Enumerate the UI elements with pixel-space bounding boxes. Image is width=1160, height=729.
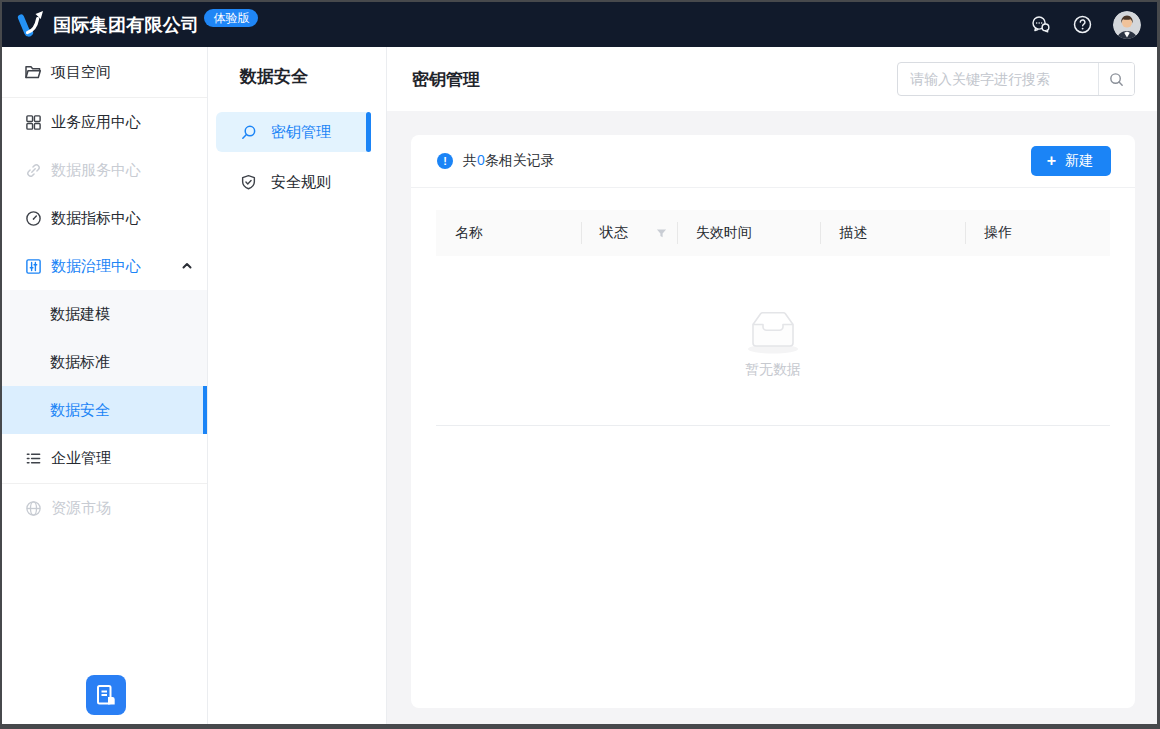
subsidebar-item-key-management[interactable]: 密钥管理 xyxy=(216,112,371,152)
subsidebar-item-security-rules[interactable]: 安全规则 xyxy=(208,158,386,206)
folder-icon xyxy=(24,63,42,81)
column-header-description[interactable]: 描述 xyxy=(820,210,965,256)
sidebar-subitem-data-modeling[interactable]: 数据建模 xyxy=(2,290,207,338)
main-header: 密钥管理 xyxy=(387,47,1157,111)
search-box xyxy=(897,62,1135,96)
empty-text: 暂无数据 xyxy=(745,361,801,379)
chat-icon[interactable] xyxy=(1029,13,1052,36)
sidebar-item-data-governance-center[interactable]: 数据治理中心 xyxy=(2,242,207,290)
main: 密钥管理 ! 共0条相关记录 xyxy=(387,47,1157,724)
help-icon[interactable] xyxy=(1072,14,1093,35)
subsidebar-title: 数据安全 xyxy=(240,67,386,87)
list-icon xyxy=(24,450,42,468)
column-header-expire-time[interactable]: 失效时间 xyxy=(677,210,821,256)
sidebar-subitem-data-standard[interactable]: 数据标准 xyxy=(2,338,207,386)
sidebar-subitem-data-security[interactable]: 数据安全 xyxy=(2,386,207,434)
plus-icon: + xyxy=(1047,153,1056,169)
trial-badge: 体验版 xyxy=(204,9,258,27)
topbar: 国际集团有限公司 体验版 xyxy=(2,2,1157,47)
sidebar-item-label: 数据服务中心 xyxy=(51,161,141,180)
sidebar-item-label: 业务应用中心 xyxy=(51,113,141,132)
empty-box-icon xyxy=(741,303,805,355)
filter-icon[interactable] xyxy=(656,228,667,239)
sidebar-subitem-label: 数据安全 xyxy=(50,401,110,420)
app-title: 国际集团有限公司 xyxy=(53,13,199,37)
shield-check-icon xyxy=(240,174,257,191)
sidebar-item-resource-market[interactable]: 资源市场 xyxy=(2,484,207,532)
magnifier-icon xyxy=(240,124,257,141)
sidebar-item-data-service-center[interactable]: 数据服务中心 xyxy=(2,146,207,194)
content: ! 共0条相关记录 + 新建 名称 状态 xyxy=(387,111,1157,724)
chevron-up-icon xyxy=(181,260,193,272)
subsidebar-item-label: 安全规则 xyxy=(271,173,331,192)
sidebar-subitem-label: 数据标准 xyxy=(50,353,110,372)
table-empty-state: 暂无数据 xyxy=(436,256,1110,426)
subsidebar: 数据安全 密钥管理 安全规则 xyxy=(208,47,387,724)
card: ! 共0条相关记录 + 新建 名称 状态 xyxy=(411,135,1135,708)
subsidebar-item-label: 密钥管理 xyxy=(271,123,331,142)
column-header-actions[interactable]: 操作 xyxy=(965,210,1110,256)
shell: 项目空间 业务应用中心 xyxy=(2,47,1157,724)
sidebar: 项目空间 业务应用中心 xyxy=(2,47,208,724)
records-info-row: ! 共0条相关记录 + 新建 xyxy=(411,135,1135,188)
page: 国际集团有限公司 体验版 xyxy=(0,0,1160,729)
user-avatar[interactable] xyxy=(1113,11,1141,39)
globe-icon xyxy=(24,499,42,517)
column-header-name[interactable]: 名称 xyxy=(436,210,581,256)
docs-fab-button[interactable] xyxy=(86,675,126,715)
search-button[interactable] xyxy=(1098,63,1134,95)
sidebar-item-label: 数据指标中心 xyxy=(51,209,141,228)
column-header-status[interactable]: 状态 xyxy=(581,210,677,256)
sidebar-subitem-label: 数据建模 xyxy=(50,305,110,324)
new-button[interactable]: + 新建 xyxy=(1031,146,1111,176)
sidebar-item-label: 项目空间 xyxy=(51,63,111,82)
company-logo-icon xyxy=(14,8,48,42)
gauge-icon xyxy=(24,209,42,227)
page-title: 密钥管理 xyxy=(412,68,480,91)
sidebar-item-project-space[interactable]: 项目空间 xyxy=(2,47,207,98)
records-count: 0 xyxy=(477,152,485,168)
sidebar-item-label: 数据治理中心 xyxy=(51,257,141,276)
sliders-icon xyxy=(24,257,42,275)
document-icon xyxy=(94,683,118,707)
table-header: 名称 状态 失效时间 描述 操作 xyxy=(436,210,1110,256)
info-icon: ! xyxy=(437,153,453,169)
sidebar-item-label: 企业管理 xyxy=(51,449,111,468)
sidebar-item-business-app-center[interactable]: 业务应用中心 xyxy=(2,98,207,146)
sidebar-item-data-metric-center[interactable]: 数据指标中心 xyxy=(2,194,207,242)
link-icon xyxy=(24,161,42,179)
topbar-actions xyxy=(1029,11,1141,39)
records-table: 名称 状态 失效时间 描述 操作 xyxy=(436,210,1110,426)
sidebar-item-enterprise-management[interactable]: 企业管理 xyxy=(2,434,207,484)
records-summary: 共0条相关记录 xyxy=(463,152,555,170)
grid-icon xyxy=(24,113,42,131)
sidebar-item-label: 资源市场 xyxy=(51,499,111,518)
sidebar-submenu: 数据建模 数据标准 数据安全 xyxy=(2,290,207,434)
search-input[interactable] xyxy=(898,63,1098,95)
